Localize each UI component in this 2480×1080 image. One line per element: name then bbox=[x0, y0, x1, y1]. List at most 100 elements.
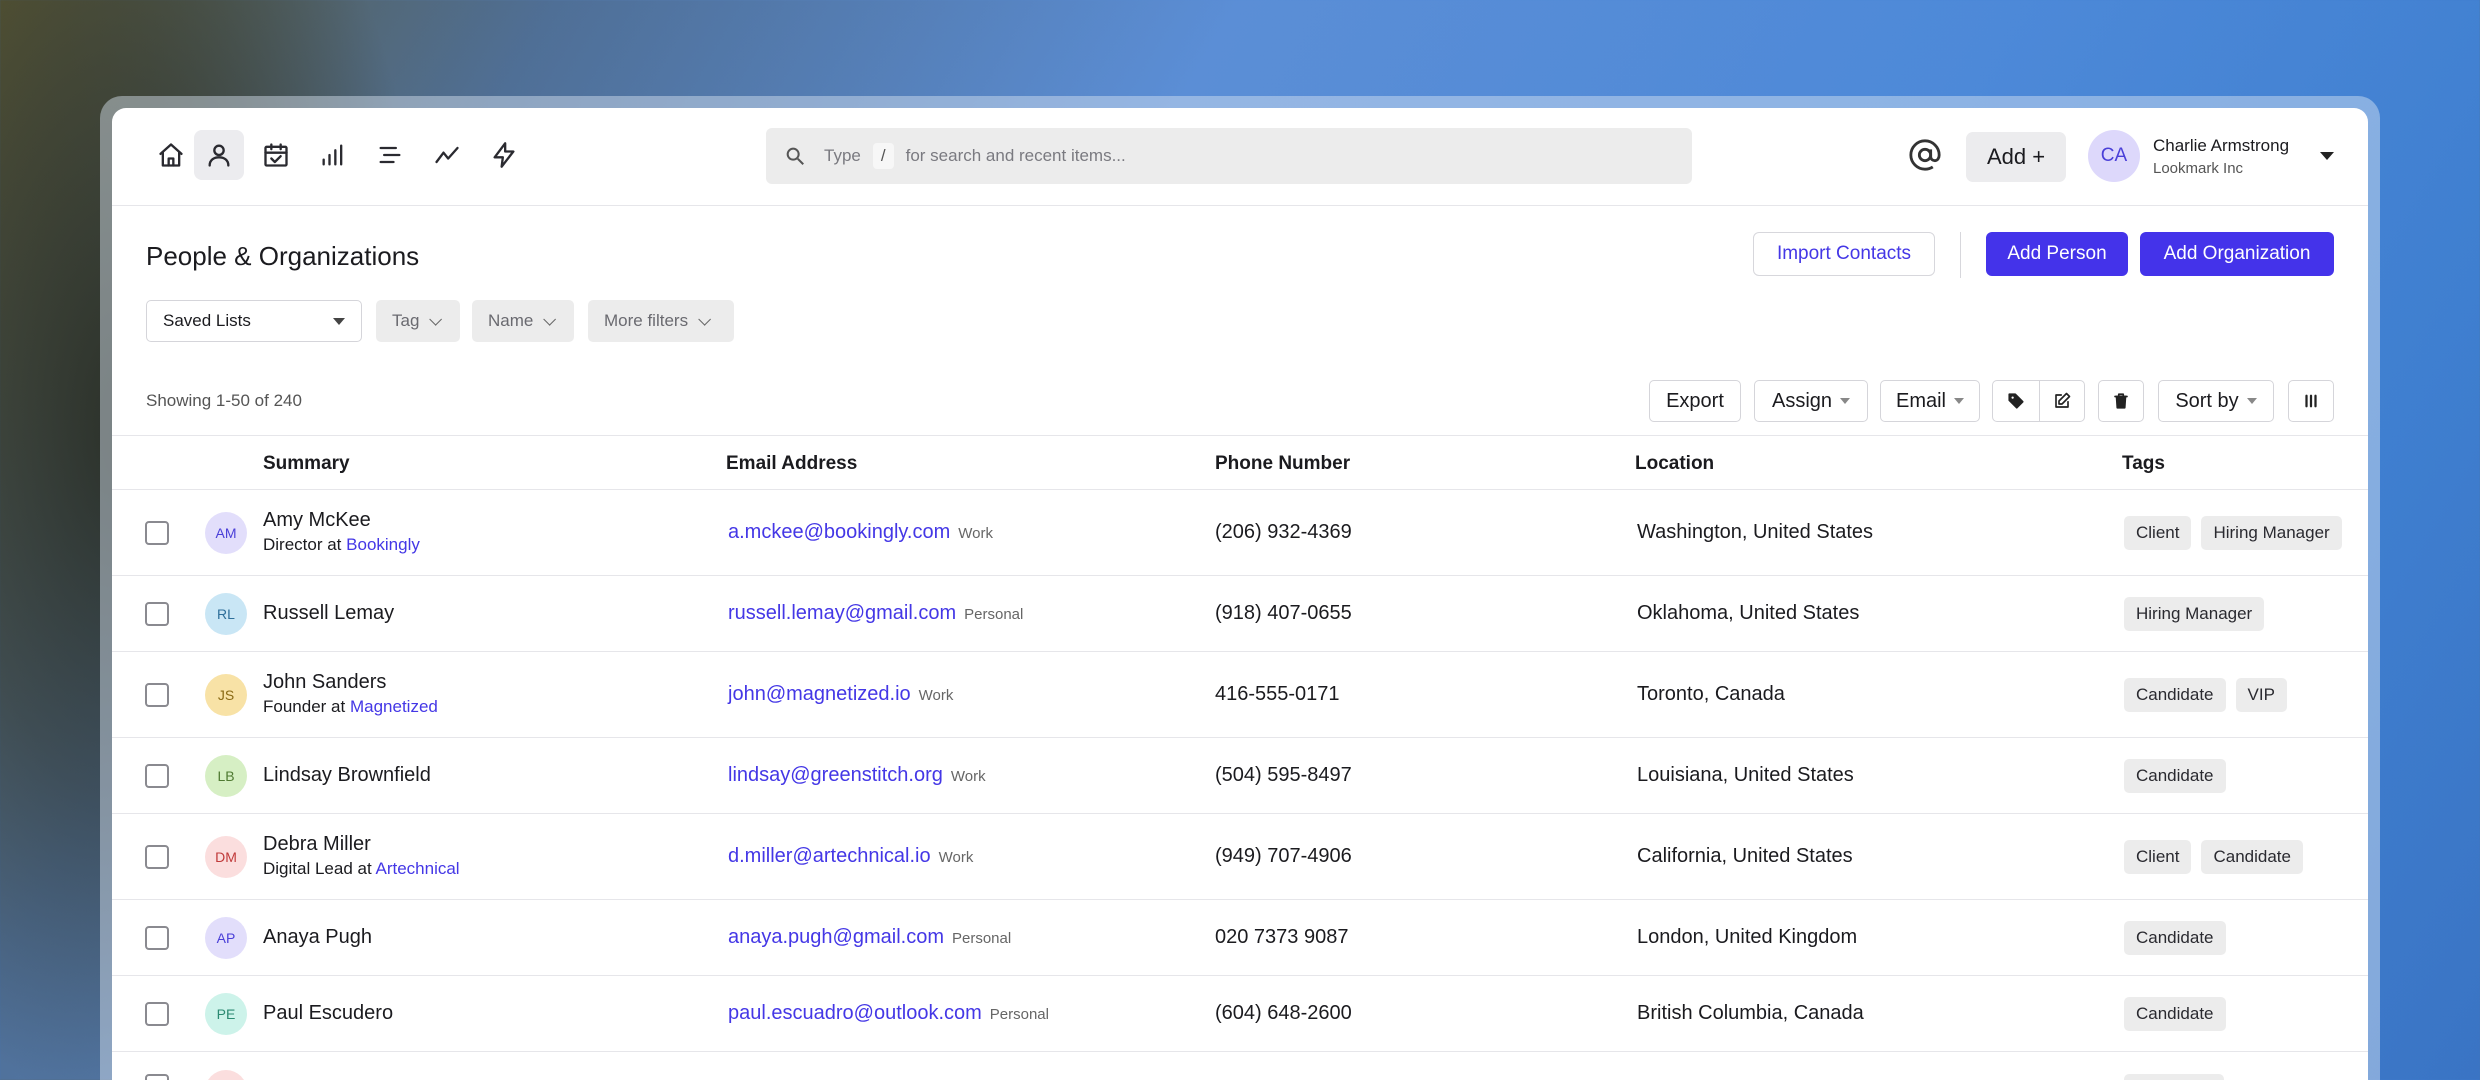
person-name[interactable]: Paul Escudero bbox=[263, 1002, 393, 1025]
tag-badge[interactable]: Hiring Manager bbox=[2124, 597, 2265, 631]
add-person-button[interactable]: Add Person bbox=[1986, 232, 2128, 276]
email-link[interactable]: anaya.pugh@gmail.com bbox=[728, 926, 944, 948]
table-row[interactable] bbox=[112, 1052, 2368, 1080]
tag-filter[interactable]: Tag bbox=[376, 300, 460, 342]
person-name[interactable]: Amy McKee bbox=[263, 509, 371, 532]
tag-badge[interactable]: Hiring Manager bbox=[2201, 516, 2342, 550]
more-filters-button[interactable]: More filters bbox=[588, 300, 734, 342]
user-name[interactable]: Charlie Armstrong bbox=[2153, 136, 2289, 156]
person-name[interactable]: Lindsay Brownfield bbox=[263, 764, 431, 787]
tag-badge[interactable]: Candidate bbox=[2124, 678, 2226, 712]
avatar: LB bbox=[205, 755, 247, 797]
edit-icon[interactable] bbox=[2039, 380, 2085, 422]
home-icon[interactable] bbox=[146, 130, 196, 180]
assign-dropdown[interactable]: Assign bbox=[1754, 380, 1868, 422]
user-avatar[interactable]: CA bbox=[2088, 130, 2140, 182]
bar-signal-icon[interactable] bbox=[308, 130, 358, 180]
tag-badge[interactable]: Candidate bbox=[2124, 997, 2226, 1031]
chevron-down-icon bbox=[543, 312, 557, 326]
tag-list: Candidate bbox=[2124, 997, 2226, 1031]
table-row[interactable]: AM Amy McKee Director at Bookingly a.mckee@… bbox=[112, 490, 2368, 576]
location: Washington, United States bbox=[1637, 521, 1874, 543]
tag-icon[interactable] bbox=[1992, 380, 2040, 422]
add-organization-button[interactable]: Add Organization bbox=[2140, 232, 2334, 276]
location: Toronto, Canada bbox=[1637, 683, 1785, 705]
email-link[interactable]: lindsay@greenstitch.org bbox=[728, 764, 943, 786]
row-checkbox[interactable] bbox=[145, 1002, 169, 1026]
mentions-icon[interactable] bbox=[1908, 138, 1944, 174]
column-header-summary[interactable]: Summary bbox=[263, 453, 350, 475]
column-header-email[interactable]: Email Address bbox=[726, 453, 857, 475]
tag-badge[interactable] bbox=[2124, 1074, 2224, 1080]
person-name[interactable]: Russell Lemay bbox=[263, 602, 394, 625]
row-checkbox[interactable] bbox=[145, 764, 169, 788]
calendar-check-icon[interactable] bbox=[251, 130, 301, 180]
role-title: Digital Lead at bbox=[263, 859, 372, 878]
company-link[interactable]: Magnetized bbox=[350, 697, 438, 716]
person-name[interactable]: Debra Miller bbox=[263, 833, 371, 856]
location: Louisiana, United States bbox=[1637, 764, 1854, 786]
search-prefix: Type bbox=[824, 146, 861, 165]
table-row[interactable]: DM Debra Miller Digital Lead at Artechnica… bbox=[112, 814, 2368, 900]
row-checkbox[interactable] bbox=[145, 683, 169, 707]
trash-icon[interactable] bbox=[2098, 380, 2144, 422]
email-link[interactable]: d.miller@artechnical.io bbox=[728, 845, 931, 867]
table-row[interactable]: LB Lindsay Brownfield lindsay@greenstitch.… bbox=[112, 738, 2368, 814]
search-input[interactable]: Type / for search and recent items... bbox=[766, 128, 1692, 184]
column-header-location[interactable]: Location bbox=[1635, 453, 1714, 475]
export-button[interactable]: Export bbox=[1649, 380, 1741, 422]
tag-badge[interactable]: Candidate bbox=[2124, 921, 2226, 955]
import-contacts-button[interactable]: Import Contacts bbox=[1753, 232, 1935, 276]
column-header-tags[interactable]: Tags bbox=[2122, 453, 2165, 475]
email-cell: paul.escuadro@outlook.com Personal bbox=[728, 1002, 1049, 1025]
phone-number: (918) 407-0655 bbox=[1215, 602, 1352, 624]
tag-badge[interactable]: Client bbox=[2124, 840, 2192, 874]
chevron-down-icon bbox=[698, 312, 712, 326]
email-link[interactable]: a.mckee@bookingly.com bbox=[728, 521, 950, 543]
avatar: AM bbox=[205, 512, 247, 554]
company-link[interactable]: Artechnical bbox=[375, 859, 459, 878]
table-row[interactable]: RL Russell Lemay russell.lemay@gmail.com Pe… bbox=[112, 576, 2368, 652]
add-button[interactable]: Add + bbox=[1966, 132, 2066, 182]
table-row[interactable]: PE Paul Escudero paul.escuadro@outlook.com… bbox=[112, 976, 2368, 1052]
email-label: Email bbox=[1895, 389, 1946, 412]
sort-by-dropdown[interactable]: Sort by bbox=[2158, 380, 2274, 422]
email-link[interactable]: paul.escuadro@outlook.com bbox=[728, 1002, 982, 1024]
role-title: Director at bbox=[263, 535, 342, 554]
user-menu-caret-icon[interactable] bbox=[2320, 152, 2334, 160]
avatar bbox=[205, 1070, 247, 1080]
email-type: Personal bbox=[989, 1006, 1049, 1023]
list-icon[interactable] bbox=[365, 130, 415, 180]
tag-badge[interactable]: Client bbox=[2124, 516, 2192, 550]
tag-badge[interactable]: VIP bbox=[2235, 678, 2287, 712]
sort-by-label: Sort by bbox=[2175, 389, 2239, 412]
trend-line-icon[interactable] bbox=[422, 130, 472, 180]
avatar: AP bbox=[205, 917, 247, 959]
name-filter[interactable]: Name bbox=[472, 300, 574, 342]
saved-lists-select[interactable]: Saved Lists bbox=[146, 300, 362, 342]
person-name[interactable]: Anaya Pugh bbox=[263, 926, 372, 949]
email-link[interactable]: john@magnetized.io bbox=[728, 683, 911, 705]
caret-down-icon bbox=[1840, 398, 1851, 404]
row-checkbox[interactable] bbox=[145, 521, 169, 545]
person-icon[interactable] bbox=[194, 130, 244, 180]
row-checkbox[interactable] bbox=[145, 602, 169, 626]
avatar: RL bbox=[205, 593, 247, 635]
table-row[interactable]: JS John Sanders Founder at Magnetized john@… bbox=[112, 652, 2368, 738]
tag-badge[interactable]: Candidate bbox=[2201, 840, 2303, 874]
company-link[interactable]: Bookingly bbox=[346, 535, 420, 554]
row-checkbox[interactable] bbox=[145, 1074, 169, 1080]
column-header-phone[interactable]: Phone Number bbox=[1215, 453, 1350, 475]
lightning-icon[interactable] bbox=[479, 130, 529, 180]
row-checkbox[interactable] bbox=[145, 926, 169, 950]
person-name[interactable]: John Sanders bbox=[263, 671, 386, 694]
table-row[interactable]: AP Anaya Pugh anaya.pugh@gmail.com Personal… bbox=[112, 900, 2368, 976]
avatar: JS bbox=[205, 674, 247, 716]
header-divider bbox=[1960, 232, 1961, 278]
tag-badge[interactable]: Candidate bbox=[2124, 759, 2226, 793]
tag-list: Client Candidate bbox=[2124, 840, 2303, 874]
email-dropdown[interactable]: Email bbox=[1880, 380, 1980, 422]
columns-icon[interactable] bbox=[2288, 380, 2334, 422]
row-checkbox[interactable] bbox=[145, 845, 169, 869]
email-link[interactable]: russell.lemay@gmail.com bbox=[728, 602, 956, 624]
